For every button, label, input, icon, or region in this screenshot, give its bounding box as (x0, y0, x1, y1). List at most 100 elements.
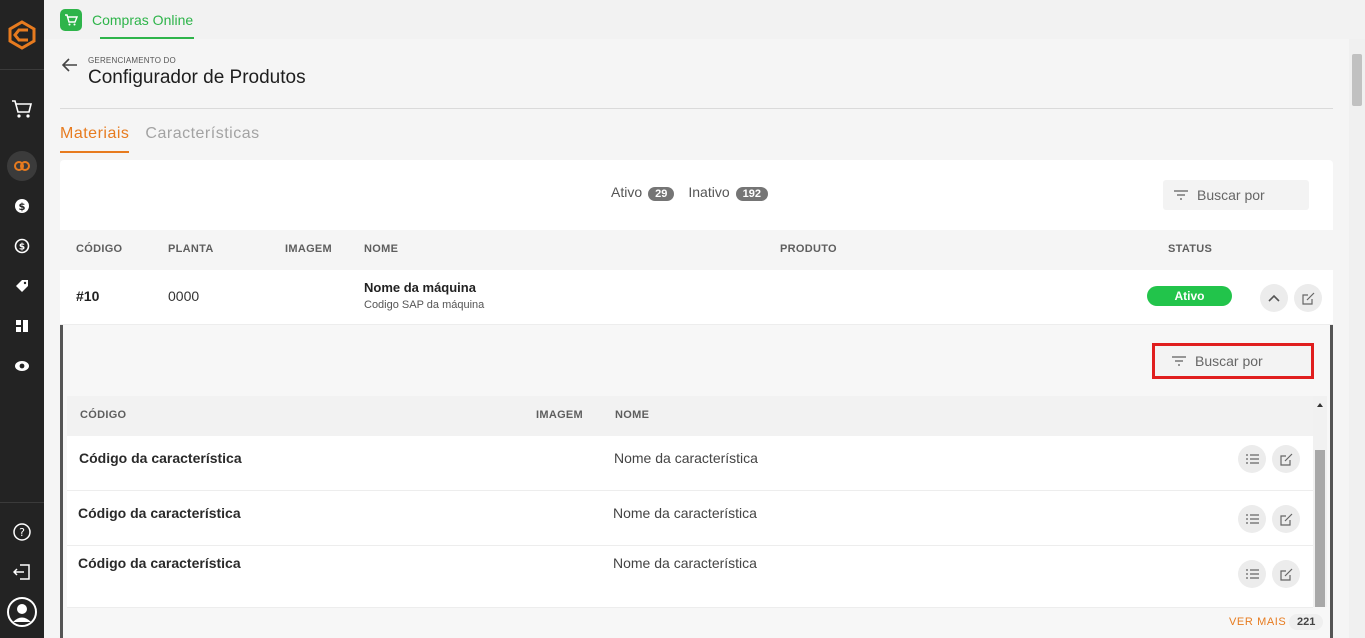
rail-divider (0, 69, 44, 70)
filter-inactive-count: 192 (735, 187, 768, 201)
sub-table-header: CÓDIGO IMAGEM NOME (67, 396, 1313, 436)
rail-item-tags[interactable] (0, 278, 44, 294)
header-divider (60, 108, 1333, 109)
th-planta: PLANTA (168, 243, 214, 255)
tag-icon (16, 280, 28, 292)
rail-item-finance[interactable]: $ (0, 198, 44, 214)
row-plant: 0000 (168, 288, 200, 304)
row-sap-code: Codigo SAP da máquina (364, 299, 485, 311)
th-produto: PRODUTO (780, 243, 837, 255)
rail-divider (0, 502, 44, 503)
table-header: CÓDIGO PLANTA IMAGEM NOME PRODUTO STATUS (60, 230, 1333, 270)
rail-item-configurator[interactable] (0, 156, 44, 176)
th-status: STATUS (1168, 243, 1213, 255)
filter-inactive[interactable]: Inativo 192 (688, 184, 782, 201)
edit-icon (1279, 568, 1292, 581)
tab-bar: Materiais Características (60, 125, 276, 153)
rail-item-logout[interactable] (0, 563, 44, 581)
refresh-dollar-icon: $ (14, 238, 30, 254)
table-row[interactable]: #10 0000 Nome da máquina Codigo SAP da m… (60, 270, 1333, 325)
back-button[interactable] (61, 57, 78, 76)
sub-th-imagem: IMAGEM (536, 409, 584, 421)
logo-icon[interactable] (7, 20, 37, 50)
list-icon (1245, 454, 1259, 464)
filter-icon (1172, 356, 1186, 366)
characteristics-search-input[interactable]: Buscar por (1152, 343, 1314, 379)
rail-item-exchange[interactable]: $ (0, 238, 44, 254)
edit-icon (1301, 292, 1314, 305)
inner-scrollbar[interactable] (1313, 396, 1327, 607)
app-cart-icon (60, 9, 82, 31)
status-badge: Ativo (1147, 286, 1232, 306)
row-code: #10 (76, 288, 100, 304)
search-placeholder: Buscar por (1197, 187, 1265, 203)
main-content: GERENCIAMENTO DO Configurador de Produto… (44, 39, 1349, 638)
rail-item-profile[interactable] (0, 596, 44, 628)
tab-caracteristicas[interactable]: Características (145, 125, 259, 153)
svg-text:$: $ (19, 243, 25, 253)
list-button[interactable] (1238, 445, 1266, 473)
list-button[interactable] (1238, 560, 1266, 588)
search-input[interactable]: Buscar por (1163, 180, 1309, 210)
ver-mais-link[interactable]: VER MAIS (1229, 616, 1286, 628)
sub-row-code: Código da característica (79, 450, 242, 466)
th-imagem: IMAGEM (285, 243, 333, 255)
status-filter: Ativo 29 Inativo 192 (60, 184, 1333, 201)
cart-icon (12, 100, 33, 118)
collapse-button[interactable] (1260, 284, 1288, 312)
row-name: Nome da máquina (364, 280, 476, 295)
edit-button[interactable] (1272, 445, 1300, 473)
edit-button[interactable] (1272, 505, 1300, 533)
edit-icon (1279, 453, 1292, 466)
materials-card: Ativo 29 Inativo 192 Buscar por CÓDIGO PLA… (60, 160, 1333, 638)
page-title: Configurador de Produtos (88, 67, 306, 88)
filter-active-count: 29 (648, 187, 675, 201)
filter-active-label: Ativo (611, 184, 643, 200)
filter-icon (1174, 190, 1188, 200)
scroll-up-arrow-icon[interactable] (1313, 400, 1327, 410)
grid-icon (16, 320, 28, 332)
search-placeholder: Buscar por (1195, 353, 1263, 369)
sub-row-name: Nome da característica (613, 555, 757, 571)
rail-item-view[interactable] (0, 358, 44, 374)
page-scrollbar[interactable] (1349, 39, 1365, 638)
svg-text:$: $ (19, 202, 26, 213)
edit-button[interactable] (1294, 284, 1322, 312)
breadcrumb: GERENCIAMENTO DO (88, 56, 176, 65)
rail-item-help[interactable]: ? (0, 522, 44, 542)
app-tab-label: Compras Online (92, 12, 194, 28)
top-bar: Compras Online (44, 0, 1365, 39)
dollar-icon: $ (15, 199, 29, 213)
edit-icon (1279, 513, 1292, 526)
user-avatar-icon (7, 597, 37, 627)
rail-item-cart[interactable] (0, 98, 44, 120)
sub-table-row[interactable]: Código da característica Nome da caracte… (67, 546, 1313, 608)
eye-icon (15, 361, 29, 371)
th-nome: NOME (364, 243, 399, 255)
svg-text:?: ? (19, 526, 25, 539)
sub-row-code: Código da característica (78, 505, 241, 521)
chevron-up-icon (1268, 294, 1280, 302)
sub-th-codigo: CÓDIGO (80, 409, 127, 421)
logout-icon (13, 564, 30, 580)
list-icon (1245, 569, 1259, 579)
app-tab-compras-online[interactable]: Compras Online (60, 7, 193, 33)
edit-button[interactable] (1272, 560, 1300, 588)
help-icon: ? (13, 523, 31, 541)
sub-table-row[interactable]: Código da característica Nome da caracte… (67, 436, 1313, 491)
sub-row-name: Nome da característica (614, 450, 758, 466)
gear-icon (14, 161, 30, 171)
list-icon (1245, 514, 1259, 524)
list-button[interactable] (1238, 505, 1266, 533)
rail-item-grid[interactable] (0, 318, 44, 334)
sub-row-name: Nome da característica (613, 505, 757, 521)
ver-mais-count: 221 (1289, 614, 1324, 630)
filter-inactive-label: Inativo (688, 184, 730, 200)
inner-scrollbar-thumb[interactable] (1315, 450, 1325, 607)
arrow-left-icon (61, 58, 77, 72)
tab-materiais[interactable]: Materiais (60, 125, 130, 153)
filter-active[interactable]: Ativo 29 (611, 184, 688, 201)
page-scrollbar-thumb[interactable] (1352, 54, 1362, 106)
sub-row-code: Código da característica (78, 555, 241, 571)
sub-table-row[interactable]: Código da característica Nome da caracte… (67, 491, 1313, 546)
